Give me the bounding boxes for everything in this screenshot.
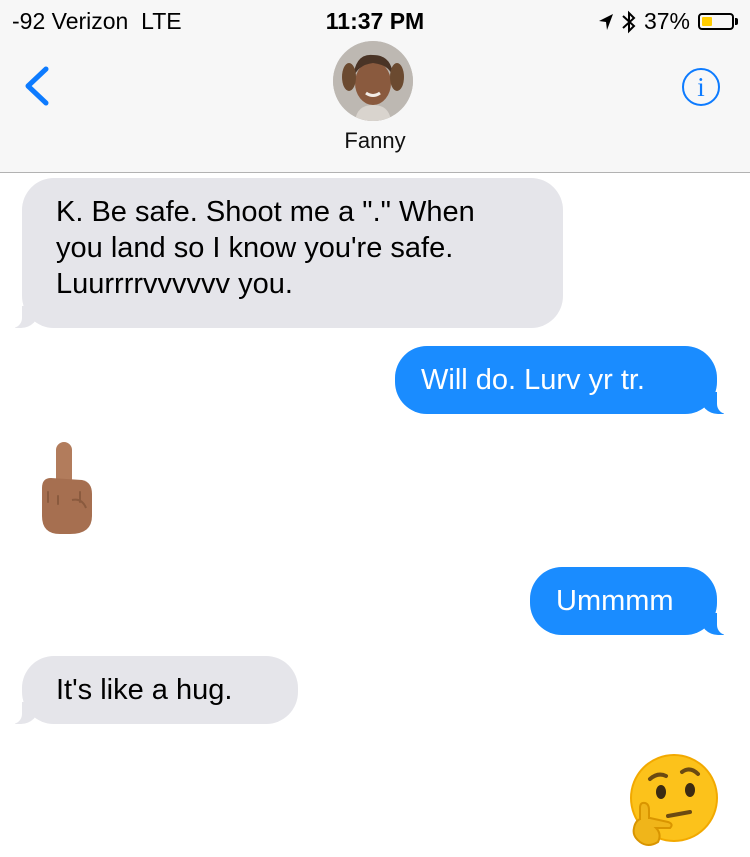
message-bubble-outgoing[interactable]: Ummmm <box>530 567 731 635</box>
chevron-left-icon <box>25 66 49 106</box>
message-bubble-incoming[interactable]: K. Be safe. Shoot me a "." When you land… <box>8 178 563 328</box>
contact-avatar[interactable] <box>333 41 413 121</box>
thinking-face-emoji <box>630 754 718 846</box>
contact-photo <box>333 41 413 121</box>
message-bubble-incoming[interactable]: It's like a hug. <box>8 656 298 724</box>
contact-name[interactable]: Fanny <box>0 128 750 154</box>
bluetooth-icon <box>622 10 636 33</box>
info-icon: i <box>697 72 705 102</box>
message-text: Ummmm <box>556 585 674 617</box>
emoji-message-outgoing[interactable] <box>628 752 720 853</box>
info-button[interactable]: i <box>682 68 720 106</box>
battery-icon <box>698 13 738 30</box>
message-text: It's like a hug. <box>56 674 233 706</box>
message-bubble-outgoing[interactable]: Will do. Lurv yr tr. <box>395 346 731 414</box>
conversation-header: -92 Verizon LTE 11:37 PM 37% Fanny i <box>0 0 750 173</box>
back-button[interactable] <box>22 66 52 106</box>
battery-level-fill <box>702 17 713 26</box>
location-arrow-icon <box>598 13 613 30</box>
message-text: K. Be safe. Shoot me a "." When you land… <box>56 196 475 300</box>
message-text: Will do. Lurv yr tr. <box>421 364 645 396</box>
middle-finger-emoji <box>42 442 92 534</box>
status-bar-right: 37% <box>598 8 738 35</box>
emoji-message-incoming[interactable] <box>36 438 96 543</box>
battery-percent: 37% <box>643 8 690 34</box>
